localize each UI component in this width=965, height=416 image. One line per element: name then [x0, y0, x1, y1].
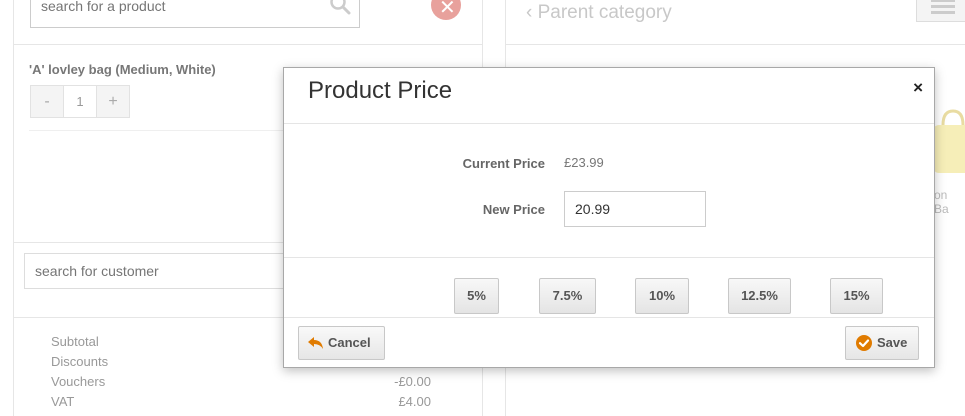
totals-value: £4.00 — [398, 394, 431, 409]
new-price-label: New Price — [482, 202, 545, 217]
divider — [284, 257, 934, 258]
current-price-label: Current Price — [462, 156, 545, 171]
list-view-button[interactable] — [916, 0, 965, 22]
qty-increase-button[interactable]: + — [96, 85, 130, 118]
parent-category-label: Parent category — [537, 2, 672, 23]
current-price-value: £23.99 — [564, 155, 604, 170]
totals-row: Vouchers -£0.00 — [51, 374, 431, 394]
check-circle-icon — [856, 335, 872, 351]
customer-search-box[interactable] — [24, 253, 324, 289]
discount-12-5-button[interactable]: 12.5% — [728, 278, 791, 314]
undo-arrow-icon — [308, 337, 323, 349]
totals-row: VAT £4.00 — [51, 394, 431, 414]
current-price-row: Current Price £23.99 — [284, 154, 936, 190]
product-price-dialog: Product Price × Current Price £23.99 New… — [283, 67, 935, 368]
list-icon — [931, 0, 955, 2]
product-tile-label[interactable]: on Ba — [934, 188, 965, 216]
clear-cart-icon[interactable]: ✕ — [431, 0, 461, 20]
totals-label: Vouchers — [51, 374, 106, 389]
customer-search-input[interactable] — [25, 254, 305, 288]
discount-15-button[interactable]: 15% — [830, 278, 883, 314]
discount-7-5-button[interactable]: 7.5% — [539, 278, 596, 314]
cart-item-name: 'A' lovley bag (Medium, White) — [29, 62, 216, 77]
totals-label: Subtotal — [51, 334, 99, 349]
product-search-box[interactable] — [30, 0, 360, 28]
divider — [14, 44, 482, 45]
cancel-label: Cancel — [328, 335, 371, 350]
dialog-header: Product Price × — [284, 68, 934, 124]
discount-5-button[interactable]: 5% — [454, 278, 499, 314]
new-price-row: New Price — [284, 191, 936, 227]
discount-10-button[interactable]: 10% — [635, 278, 689, 314]
parent-category-link[interactable]: ‹ Parent category — [526, 2, 672, 24]
qty-decrease-button[interactable]: - — [30, 85, 64, 118]
quantity-stepper: - 1 + — [30, 85, 130, 118]
bag-product-image[interactable] — [931, 105, 965, 175]
dialog-footer: Cancel Save — [284, 317, 934, 367]
totals-value: -£0.00 — [394, 374, 431, 389]
cancel-button[interactable]: Cancel — [298, 326, 385, 360]
search-icon[interactable] — [329, 0, 351, 15]
new-price-input[interactable] — [564, 191, 706, 227]
save-button[interactable]: Save — [845, 326, 919, 360]
close-icon[interactable]: × — [913, 78, 923, 98]
product-search-input[interactable] — [31, 0, 311, 25]
qty-value[interactable]: 1 — [64, 85, 96, 118]
divider — [506, 44, 965, 45]
dialog-title: Product Price — [308, 77, 453, 104]
chevron-left-icon: ‹ — [526, 2, 533, 23]
totals-label: Discounts — [51, 354, 109, 369]
totals-label: VAT — [51, 394, 75, 409]
save-label: Save — [877, 335, 908, 350]
